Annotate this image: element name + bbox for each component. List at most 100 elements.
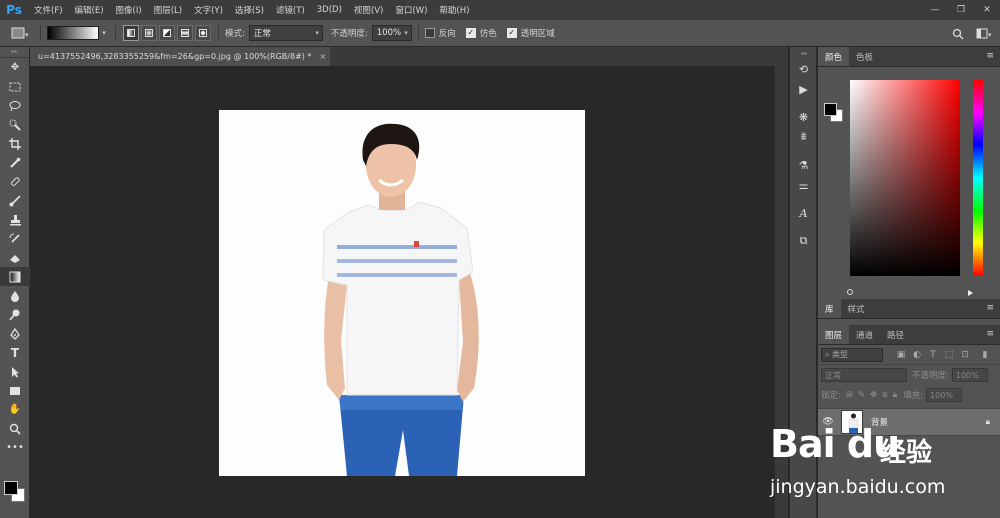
- dodge-tool-icon[interactable]: [0, 305, 30, 324]
- menu-image[interactable]: 图像(I): [110, 4, 148, 16]
- clone-stamp-tool-icon[interactable]: [0, 210, 30, 229]
- library-panel-tabs: 库 样式 ≡: [818, 299, 1000, 319]
- quick-selection-tool-icon[interactable]: [0, 115, 30, 134]
- close-button[interactable]: ✕: [974, 0, 1000, 20]
- close-tab-icon[interactable]: ×: [319, 52, 326, 61]
- gradient-tool-button[interactable]: [0, 267, 30, 286]
- adjustment-filter-icon[interactable]: ◐: [909, 348, 925, 362]
- fill-input[interactable]: 100%: [926, 388, 963, 402]
- options-right: ▾: [946, 20, 1000, 47]
- restore-button[interactable]: ❐: [948, 0, 974, 20]
- brush-tool-icon[interactable]: [0, 191, 30, 210]
- reverse-checkbox[interactable]: [424, 28, 435, 38]
- paragraph-panel-icon[interactable]: ⧉: [790, 231, 817, 251]
- color-picker-marker[interactable]: [847, 289, 853, 295]
- move-tool-icon[interactable]: ✥: [0, 58, 30, 77]
- linear-gradient-button[interactable]: [123, 25, 139, 41]
- eyedropper-tool-icon[interactable]: [0, 153, 30, 172]
- menu-view[interactable]: 视图(V): [348, 4, 389, 16]
- type-filter-icon[interactable]: T: [925, 348, 941, 362]
- brushes-panel-icon[interactable]: ⩩: [790, 127, 817, 147]
- marquee-tool-icon[interactable]: [0, 77, 30, 96]
- color-picker-field[interactable]: [850, 80, 960, 276]
- lock-transparent-icon[interactable]: ⊞: [846, 390, 853, 400]
- type-tool-icon[interactable]: T: [0, 343, 30, 362]
- shape-filter-icon[interactable]: ⬚: [941, 348, 957, 362]
- panel-menu-icon[interactable]: ≡: [986, 329, 994, 339]
- rectangle-tool-icon[interactable]: [0, 381, 30, 400]
- document-tab[interactable]: u=4137552496,3283355259&fm=26&gp=0.jpg @…: [30, 47, 330, 66]
- tab-libraries[interactable]: 库: [818, 299, 841, 318]
- menu-filter[interactable]: 滤镜(T): [270, 4, 311, 16]
- menu-3d[interactable]: 3D(D): [311, 5, 348, 15]
- hand-tool-icon[interactable]: ✋: [0, 400, 30, 419]
- tab-color[interactable]: 颜色: [818, 47, 850, 66]
- menu-select[interactable]: 选择(S): [229, 4, 270, 16]
- foreground-color-chip[interactable]: [824, 103, 837, 116]
- gradient-editor-swatch[interactable]: [47, 26, 99, 40]
- tab-styles[interactable]: 样式: [841, 299, 872, 318]
- diamond-gradient-button[interactable]: [195, 25, 211, 41]
- blur-tool-icon[interactable]: [0, 286, 30, 305]
- radial-gradient-button[interactable]: [141, 25, 157, 41]
- tab-layers[interactable]: 图层: [818, 325, 850, 344]
- panel-menu-icon[interactable]: ≡: [986, 303, 994, 313]
- dither-checkbox[interactable]: ✓: [465, 28, 476, 38]
- menu-layer[interactable]: 图层(L): [148, 4, 188, 16]
- tool-preset-picker[interactable]: ▾: [6, 24, 34, 42]
- history-brush-tool-icon[interactable]: [0, 229, 30, 248]
- blend-mode-select[interactable]: 正常: [821, 368, 907, 382]
- separator: [417, 25, 419, 41]
- brush-settings-icon[interactable]: ❋: [790, 107, 817, 127]
- color-swatches[interactable]: [4, 481, 26, 503]
- edit-toolbar-icon[interactable]: •••: [0, 438, 30, 457]
- mode-select[interactable]: 正常 ▾: [248, 25, 323, 41]
- search-icon[interactable]: [946, 24, 970, 44]
- lock-image-icon[interactable]: ✎: [858, 390, 865, 400]
- path-selection-tool-icon[interactable]: [0, 362, 30, 381]
- menu-window[interactable]: 窗口(W): [389, 4, 433, 16]
- lock-all-icon[interactable]: 🔒︎: [893, 390, 898, 400]
- lock-position-icon[interactable]: ✥: [870, 390, 877, 400]
- foreground-color-swatch[interactable]: [4, 481, 18, 495]
- adjustments-icon[interactable]: ⚗: [790, 155, 817, 175]
- lock-artboard-icon[interactable]: ⧈: [882, 390, 887, 400]
- hue-slider[interactable]: [973, 80, 983, 276]
- document-image[interactable]: [219, 110, 585, 476]
- toolbar-grip[interactable]: ▸▸: [0, 47, 29, 58]
- character-panel-icon[interactable]: A: [790, 203, 817, 223]
- eraser-tool-icon[interactable]: [0, 248, 30, 267]
- menu-file[interactable]: 文件(F): [28, 4, 69, 16]
- tab-swatches[interactable]: 色板: [849, 47, 880, 66]
- layer-opacity-input[interactable]: 100%: [951, 368, 988, 382]
- filter-toggle-icon[interactable]: ▮: [977, 348, 993, 362]
- dock-grip[interactable]: ◂◂: [790, 47, 817, 59]
- smart-object-filter-icon[interactable]: ⊡: [957, 348, 973, 362]
- pen-tool-icon[interactable]: [0, 324, 30, 343]
- document-tab-bar: u=4137552496,3283355259&fm=26&gp=0.jpg @…: [30, 47, 788, 66]
- workspace-switcher-icon[interactable]: ▾: [970, 24, 1000, 44]
- gradient-picker-arrow-icon[interactable]: ▾: [99, 29, 109, 37]
- actions-panel-icon[interactable]: ▶: [790, 79, 817, 99]
- opacity-input[interactable]: 100% ▾: [371, 25, 412, 41]
- healing-brush-tool-icon[interactable]: [0, 172, 30, 191]
- menu-help[interactable]: 帮助(H): [433, 4, 475, 16]
- angle-gradient-button[interactable]: [159, 25, 175, 41]
- zoom-tool-icon[interactable]: [0, 419, 30, 438]
- lasso-tool-icon[interactable]: [0, 96, 30, 115]
- layer-kind-filter[interactable]: ⌕ 类型: [821, 347, 883, 362]
- tab-channels[interactable]: 通道: [849, 325, 880, 344]
- svg-text:▾: ▾: [988, 31, 992, 39]
- history-panel-icon[interactable]: ⟲: [790, 59, 817, 79]
- panel-menu-icon[interactable]: ≡: [986, 51, 994, 61]
- menu-edit[interactable]: 编辑(E): [69, 4, 110, 16]
- transparency-checkbox[interactable]: ✓: [506, 28, 517, 38]
- menu-type[interactable]: 文字(Y): [188, 4, 229, 16]
- properties-icon[interactable]: ⚌: [790, 175, 817, 195]
- minimize-button[interactable]: —: [922, 0, 948, 20]
- pixel-filter-icon[interactable]: ▣: [893, 348, 909, 362]
- crop-tool-icon[interactable]: [0, 134, 30, 153]
- tab-paths[interactable]: 路径: [880, 325, 911, 344]
- reflected-gradient-button[interactable]: [177, 25, 193, 41]
- hue-slider-marker[interactable]: [968, 290, 973, 296]
